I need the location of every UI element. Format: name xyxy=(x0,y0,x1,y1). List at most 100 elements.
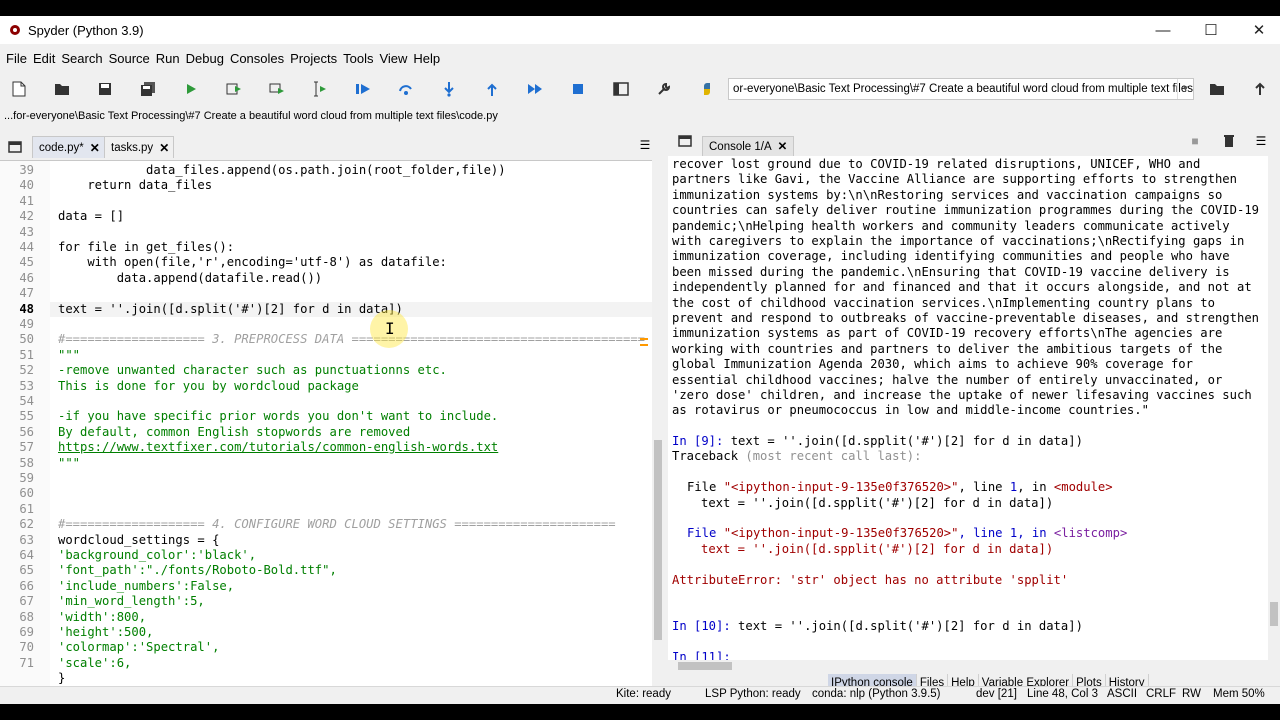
maximize-pane-icon[interactable] xyxy=(612,80,630,98)
console-output-line: working with countries and partners to d… xyxy=(672,341,1223,356)
line-number: 44 xyxy=(19,240,34,254)
prompt-in-10: In [10]: text = ''.join([d.split('#')[2]… xyxy=(672,619,1083,634)
editor-options-menu-icon[interactable]: ☰ xyxy=(636,136,654,154)
line-number: 43 xyxy=(19,224,34,239)
editor-vertical-scrollbar[interactable] xyxy=(652,160,664,690)
run-cell-icon[interactable] xyxy=(225,80,243,98)
menu-view[interactable]: View xyxy=(376,51,410,66)
stop-debug-icon[interactable] xyxy=(569,80,587,98)
menu-search[interactable]: Search xyxy=(58,51,105,66)
memory-usage: Mem 50% xyxy=(1213,688,1265,700)
menu-file[interactable]: File xyxy=(3,51,30,66)
code-line: 'height':500, xyxy=(58,625,154,639)
trash-icon[interactable] xyxy=(1220,132,1238,150)
parent-directory-icon[interactable] xyxy=(1251,80,1269,98)
code-line: 'font_path':"./fonts/Roboto-Bold.ttf", xyxy=(58,563,337,578)
lsp-status: LSP Python: ready xyxy=(705,688,801,700)
traceback-frame-1-code: text = ''.join([d.spplit('#')[2] for d i… xyxy=(701,495,1054,510)
code-line: https://www.textfixer.com/tutorials/comm… xyxy=(58,440,499,455)
step-return-icon[interactable] xyxy=(483,80,501,98)
scrollbar-thumb[interactable] xyxy=(678,662,732,670)
chevron-down-icon[interactable]: ▼ xyxy=(1177,79,1193,99)
browse-directory-icon[interactable] xyxy=(1208,80,1226,98)
scrollbar-thumb[interactable] xyxy=(1270,602,1278,626)
menu-help[interactable]: Help xyxy=(410,51,443,66)
line-number xyxy=(0,671,34,686)
close-window-button[interactable]: ✕ xyxy=(1236,16,1280,44)
menu-source[interactable]: Source xyxy=(106,51,153,66)
minimize-button[interactable]: — xyxy=(1140,16,1186,44)
line-number: 64 xyxy=(19,548,34,562)
menu-tools[interactable]: Tools xyxy=(340,51,376,66)
scrollbar-thumb[interactable] xyxy=(654,440,662,640)
browse-tabs-icon[interactable] xyxy=(6,138,24,156)
text-cursor-icon: I xyxy=(385,319,395,338)
line-number: 59 xyxy=(19,471,34,485)
frame-file-label: File xyxy=(687,526,724,541)
console-output-line: immunization coverage, including identif… xyxy=(672,249,1230,264)
current-line-marker xyxy=(640,344,648,346)
traceback-header: Traceback (most recent call last): xyxy=(672,449,921,464)
save-icon[interactable] xyxy=(96,80,114,98)
code-line: 'background_color':'black', xyxy=(58,548,257,562)
spyder-window: Spyder (Python 3.9) — ☐ ✕ File Edit Sear… xyxy=(0,16,1280,704)
traceback-frame-1: File "<ipython-input-9-135e0f376520>", l… xyxy=(687,480,1113,495)
menu-consoles[interactable]: Consoles xyxy=(227,51,287,66)
line-number: 69 xyxy=(19,625,34,639)
code-line: data_files.append(os.path.join(root_fold… xyxy=(58,163,506,177)
line-number: 52 xyxy=(19,363,34,378)
menu-run[interactable]: Run xyxy=(153,51,183,66)
end-of-line: CRLF xyxy=(1146,688,1177,700)
menu-debug[interactable]: Debug xyxy=(183,51,227,66)
console-options-menu-icon[interactable]: ☰ xyxy=(1252,132,1270,150)
tab-tasks-py[interactable]: tasks.py ✕ xyxy=(104,136,175,159)
run-cell-advance-icon[interactable] xyxy=(268,80,286,98)
prompt-in-11[interactable]: In [11]: xyxy=(672,650,731,660)
close-tab-icon[interactable]: ✕ xyxy=(778,136,788,158)
ipython-console-output[interactable]: recover lost ground due to COVID-19 rela… xyxy=(668,156,1268,660)
browse-tabs-icon[interactable] xyxy=(676,132,694,150)
stop-kernel-icon[interactable]: ■ xyxy=(1186,132,1204,150)
tab-console-1a[interactable]: Console 1/A ✕ xyxy=(702,136,795,158)
code-line: data.append(datafile.read()) xyxy=(58,270,323,285)
editor-file-path: ...for-everyone\Basic Text Processing\#7… xyxy=(4,110,498,122)
code-editor[interactable]: 39 data_files.append(os.path.join(root_f… xyxy=(0,160,652,690)
run-selection-icon[interactable] xyxy=(311,80,329,98)
frame-line-label: , line xyxy=(958,480,1010,495)
line-number: 47 xyxy=(19,286,34,301)
line-number: 49 xyxy=(19,317,34,331)
console-output-line: countries can safely deliver routine imm… xyxy=(672,203,1259,218)
run-icon[interactable] xyxy=(182,80,200,98)
menu-projects[interactable]: Projects xyxy=(287,51,340,66)
line-number: 51 xyxy=(19,347,34,362)
continue-icon[interactable] xyxy=(526,80,544,98)
console-horizontal-scrollbar[interactable] xyxy=(668,660,1268,672)
code-line: with open(file,'r',encoding='utf-8') as … xyxy=(58,255,447,270)
new-file-icon[interactable] xyxy=(10,80,28,98)
console-vertical-scrollbar[interactable] xyxy=(1268,156,1280,660)
working-directory-text: or-everyone\Basic Text Processing\#7 Cre… xyxy=(733,83,1194,95)
save-all-icon[interactable] xyxy=(139,80,157,98)
line-number: 70 xyxy=(19,640,34,655)
working-directory-combobox[interactable]: or-everyone\Basic Text Processing\#7 Cre… xyxy=(728,78,1194,100)
line-number: 39 xyxy=(19,163,34,177)
close-tab-icon[interactable]: ✕ xyxy=(90,137,100,159)
line-number: 55 xyxy=(19,409,34,424)
step-over-icon[interactable] xyxy=(397,80,415,98)
line-number: 67 xyxy=(19,594,34,609)
line-number: 65 xyxy=(19,563,34,578)
open-file-icon[interactable] xyxy=(53,80,71,98)
frame-filename: "<ipython-input-9-135e0f376520>" xyxy=(723,526,959,541)
maximize-button[interactable]: ☐ xyxy=(1188,16,1234,44)
menu-edit[interactable]: Edit xyxy=(30,51,58,66)
line-number: 56 xyxy=(19,424,34,439)
debug-icon[interactable] xyxy=(354,80,372,98)
traceback-note: (most recent call last): xyxy=(745,449,922,464)
preferences-wrench-icon[interactable] xyxy=(655,80,673,98)
tab-code-py[interactable]: code.py* ✕ xyxy=(32,136,105,158)
python-path-icon[interactable] xyxy=(698,80,716,98)
editor-tab-bar: code.py* ✕ tasks.py ✕ ☰ xyxy=(0,130,664,160)
close-tab-icon[interactable]: ✕ xyxy=(159,137,169,159)
line-number: 53 xyxy=(19,378,34,393)
step-into-icon[interactable] xyxy=(440,80,458,98)
